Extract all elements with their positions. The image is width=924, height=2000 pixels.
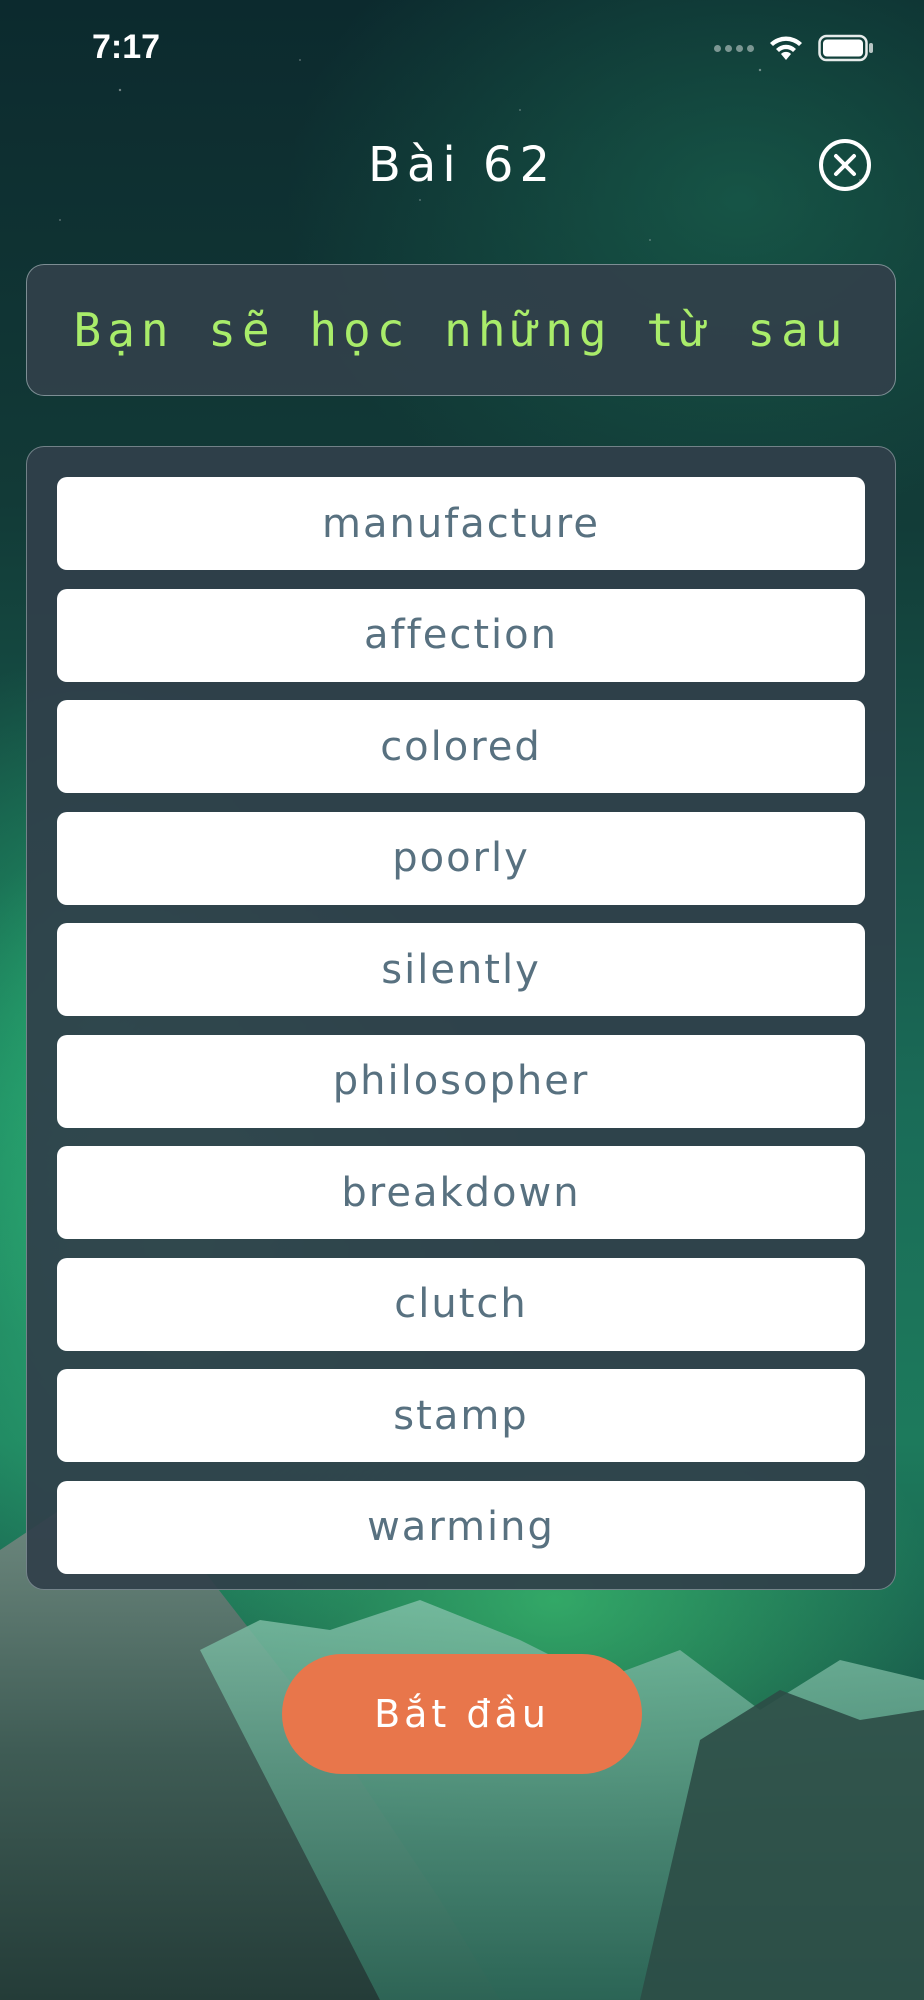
page-title: Bài 62 xyxy=(367,137,556,193)
word-item[interactable]: silently xyxy=(57,923,865,1016)
word-item[interactable]: poorly xyxy=(57,811,865,905)
word-item[interactable]: clutch xyxy=(57,1257,865,1351)
wifi-icon xyxy=(770,36,802,60)
status-time: 7:17 xyxy=(92,28,161,66)
header: Bài 62 xyxy=(0,130,924,200)
status-icons xyxy=(714,34,874,62)
word-list-panel: manufacture affection colored poorly sil… xyxy=(26,446,896,1590)
word-item[interactable]: warming xyxy=(57,1480,865,1574)
banner-text: Bạn sẽ học những từ sau xyxy=(73,303,849,357)
word-item[interactable]: philosopher xyxy=(57,1034,865,1128)
word-item[interactable]: affection xyxy=(57,588,865,682)
close-icon[interactable] xyxy=(818,138,872,192)
word-item[interactable]: breakdown xyxy=(57,1146,865,1239)
battery-icon xyxy=(818,34,873,62)
info-banner: Bạn sẽ học những từ sau xyxy=(26,264,896,396)
word-item[interactable]: stamp xyxy=(57,1369,865,1462)
start-button[interactable]: Bắt đầu xyxy=(282,1654,642,1774)
word-item[interactable]: colored xyxy=(57,700,865,793)
status-bar: 7:17 xyxy=(0,0,924,100)
word-item[interactable]: manufacture xyxy=(57,477,865,570)
signal-dots-icon xyxy=(714,44,754,52)
